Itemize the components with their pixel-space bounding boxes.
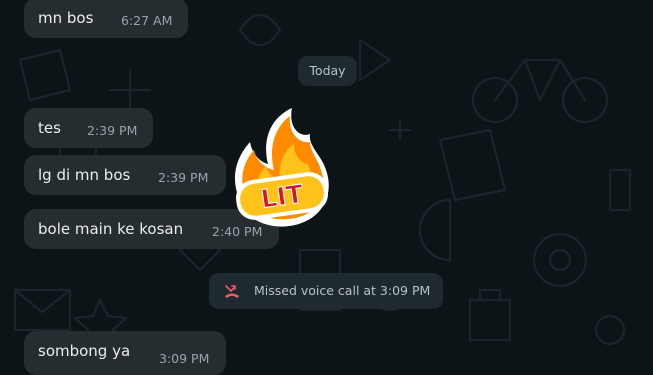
message-text: lg di mn bos (38, 166, 131, 184)
message-text: sombong ya (38, 342, 131, 360)
message-bubble[interactable]: lg di mn bos 2:39 PM (24, 155, 226, 195)
sticker-text: LIT (259, 179, 305, 214)
message-time: 3:09 PM (159, 351, 210, 366)
message-bubble[interactable]: sombong ya 3:09 PM (24, 331, 226, 375)
missed-call-text: Missed voice call at 3:09 PM (254, 283, 431, 298)
fire-sticker[interactable]: LIT (226, 104, 338, 232)
message-text: mn bos (38, 9, 94, 27)
date-divider: Today (298, 56, 357, 86)
message-time: 6:27 AM (121, 13, 173, 28)
missed-call-notice[interactable]: Missed voice call at 3:09 PM (209, 273, 443, 309)
date-divider-label: Today (309, 63, 346, 78)
message-time: 2:39 PM (87, 123, 138, 138)
message-text: tes (38, 119, 61, 137)
missed-call-icon (225, 285, 239, 298)
message-bubble[interactable]: mn bos 6:27 AM (24, 0, 188, 38)
message-text: bole main ke kosan (38, 220, 184, 238)
message-time: 2:39 PM (158, 170, 209, 185)
message-bubble[interactable]: tes 2:39 PM (24, 108, 153, 148)
